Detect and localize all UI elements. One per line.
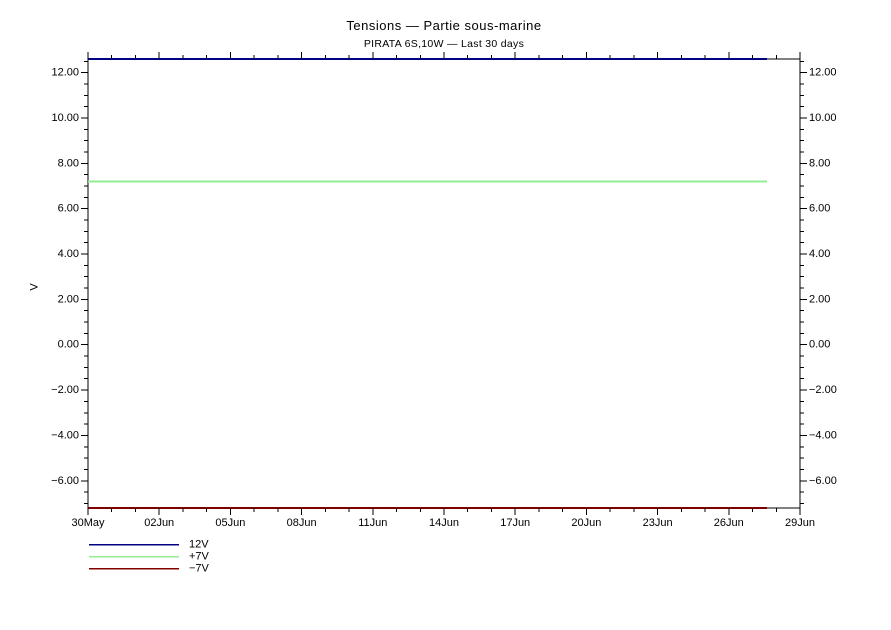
x-tick-label: 23Jun: [643, 517, 673, 529]
y-tick-label: 6.00: [58, 203, 79, 215]
legend-label: +7V: [189, 551, 210, 563]
y-tick-label-right: 10.00: [809, 112, 837, 124]
line-chart: 30May 02Jun 05Jun 08Jun 11Jun 14Jun 17Jun 20Jun…: [51, 52, 837, 575]
y-tick-label: 8.00: [58, 157, 79, 169]
x-tick-label: 11Jun: [358, 517, 387, 529]
y-tick-label-right: 4.00: [809, 248, 830, 260]
y-tick-label: −6.00: [51, 475, 79, 487]
chart-page: Tensions — Partie sous-marine PIRATA 6S,…: [0, 0, 891, 630]
y-tick-label: −2.00: [51, 384, 79, 396]
x-tick-label: 08Jun: [287, 517, 317, 529]
x-tick-label: 14Jun: [429, 517, 459, 529]
x-tick-label: 05Jun: [215, 517, 245, 529]
x-tick-label: 02Jun: [144, 517, 174, 529]
y-tick-label: 2.00: [58, 293, 79, 305]
y-tick-label: −4.00: [51, 429, 79, 441]
y-tick-label: 10.00: [51, 112, 79, 124]
y-tick-label-right: −6.00: [809, 475, 837, 487]
x-tick-label: 17Jun: [500, 517, 530, 529]
y-tick-label-right: 0.00: [809, 339, 830, 351]
x-tick-label: 26Jun: [714, 517, 744, 529]
legend-label: 12V: [189, 539, 209, 551]
y-tick-label-right: 2.00: [809, 293, 830, 305]
y-tick-label-right: −4.00: [809, 429, 837, 441]
x-tick-label: 20Jun: [571, 517, 601, 529]
y-tick-label-right: 8.00: [809, 157, 830, 169]
x-tick-label: 29Jun: [785, 517, 815, 529]
x-tick-label: 30May: [71, 517, 105, 529]
y-tick-label-right: 6.00: [809, 203, 830, 215]
y-tick-label: 4.00: [58, 248, 79, 260]
y-tick-label-right: −2.00: [809, 384, 837, 396]
y-tick-label: 12.00: [51, 67, 79, 79]
y-tick-label: 0.00: [58, 339, 79, 351]
legend-label: −7V: [189, 563, 210, 575]
y-tick-label-right: 12.00: [809, 67, 837, 79]
